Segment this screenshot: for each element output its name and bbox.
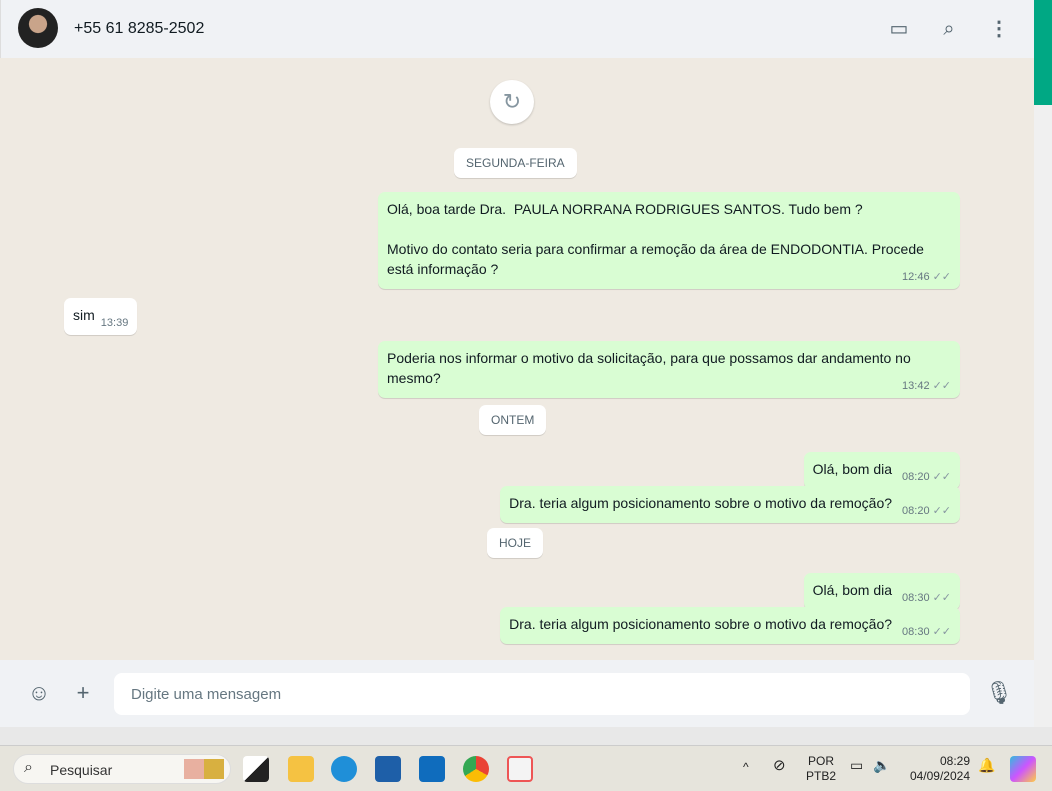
network-icon[interactable]: ▭ [850, 758, 863, 773]
scrollbar[interactable] [1034, 0, 1052, 727]
double-check-icon: ✓✓ [932, 271, 951, 283]
date: 04/09/2024 [909, 769, 970, 783]
copilot-icon[interactable] [1010, 756, 1036, 782]
attach-plus-icon[interactable]: + [70, 680, 96, 706]
message-meta: 08:30 ✓✓ [902, 592, 951, 604]
message-meta: 08:20 ✓✓ [902, 505, 951, 517]
contact-name[interactable]: +55 61 8285-2502 [74, 20, 204, 38]
clock[interactable]: 08:29 04/09/2024 [905, 754, 970, 784]
day-divider: SEGUNDA-FEIRA [454, 148, 577, 178]
catalog-icon[interactable]: ▭ [887, 17, 911, 41]
layout-label: PTB2 [806, 769, 837, 783]
message-text: Olá, bom dia [812, 461, 893, 477]
double-check-icon: ✓✓ [932, 505, 951, 517]
snipping-tool-icon[interactable] [507, 756, 533, 782]
file-explorer-icon[interactable] [288, 756, 314, 782]
message-input[interactable] [114, 673, 970, 715]
message-meta: 08:20 ✓✓ [902, 471, 951, 483]
lang-label: POR [808, 754, 835, 768]
chat-header: +55 61 8285-2502 ▭ ⌕ ⋮ [0, 0, 1034, 58]
search-highlight-icon [184, 759, 224, 779]
message-text: Olá, boa tarde Dra. PAULA NORRANA RODRIG… [387, 201, 924, 277]
scroll-thumb[interactable] [1034, 0, 1052, 105]
onedrive-icon[interactable]: ⊘ [773, 758, 786, 773]
double-check-icon: ✓✓ [932, 471, 951, 483]
message-text: Poderia nos informar o motivo da solicit… [387, 350, 915, 386]
language-indicator[interactable]: POR PTB2 [806, 754, 836, 784]
task-view-icon[interactable] [243, 756, 269, 782]
microphone-icon[interactable]: 🎙 [985, 680, 1013, 706]
search-icon: ⌕ [24, 759, 33, 776]
message-bubble[interactable]: Poderia nos informar o motivo da solicit… [378, 341, 960, 398]
message-meta: 12:46 ✓✓ [902, 271, 951, 283]
search-icon[interactable]: ⌕ [937, 17, 961, 41]
message-bubble[interactable]: Dra. teria algum posicionamento sobre o … [500, 486, 960, 523]
double-check-icon: ✓✓ [932, 380, 951, 392]
outlook-icon[interactable] [419, 756, 445, 782]
message-meta: 13:39 [100, 317, 129, 329]
taskbar-search[interactable]: ⌕ Pesquisar [13, 754, 231, 784]
menu-icon[interactable]: ⋮ [987, 17, 1011, 41]
emoji-icon[interactable]: ☺ [26, 680, 52, 706]
message-text: Dra. teria algum posicionamento sobre o … [509, 616, 893, 632]
message-bubble[interactable]: Olá, boa tarde Dra. PAULA NORRANA RODRIG… [378, 192, 960, 289]
windows-taskbar: ⌕ Pesquisar ^ ⊘ POR PTB2 ▭ 🔈 08:29 04/09/2… [0, 745, 1052, 791]
message-text: Dra. teria algum posicionamento sobre o … [509, 495, 893, 511]
day-divider: HOJE [487, 528, 544, 558]
search-label: Pesquisar [50, 762, 113, 778]
message-bubble[interactable]: Olá, bom dia 08:20 ✓✓ [803, 452, 960, 489]
day-divider: ONTEM [479, 405, 547, 435]
double-check-icon: ✓✓ [932, 626, 951, 638]
message-bubble[interactable]: sim 13:39 [64, 298, 138, 335]
message-meta: 08:30 ✓✓ [902, 626, 951, 638]
message-text: Olá, bom dia [812, 582, 893, 598]
edge-icon[interactable] [331, 756, 357, 782]
volume-icon[interactable]: 🔈 [873, 758, 890, 773]
tray-chevron-icon[interactable]: ^ [743, 760, 749, 775]
double-check-icon: ✓✓ [932, 592, 951, 604]
composer: ☺ + 🎙 [0, 660, 1034, 727]
reload-icon[interactable]: ↻ [490, 80, 534, 124]
contact-avatar[interactable] [18, 8, 58, 48]
message-text: sim [73, 307, 95, 323]
notification-icon[interactable]: 🔔 [978, 758, 995, 773]
time: 08:29 [939, 754, 970, 768]
chrome-icon[interactable] [463, 756, 489, 782]
message-list: ↻ SEGUNDA-FEIRA Olá, boa tarde Dra. PAUL… [0, 58, 1034, 660]
message-meta: 13:42 ✓✓ [902, 380, 951, 392]
store-icon[interactable] [375, 756, 401, 782]
whatsapp-window: +55 61 8285-2502 ▭ ⌕ ⋮ ↻ SEGUNDA-FEIRA O… [0, 0, 1034, 727]
message-bubble[interactable]: Olá, bom dia 08:30 ✓✓ [803, 573, 960, 610]
message-bubble[interactable]: Dra. teria algum posicionamento sobre o … [500, 607, 960, 644]
